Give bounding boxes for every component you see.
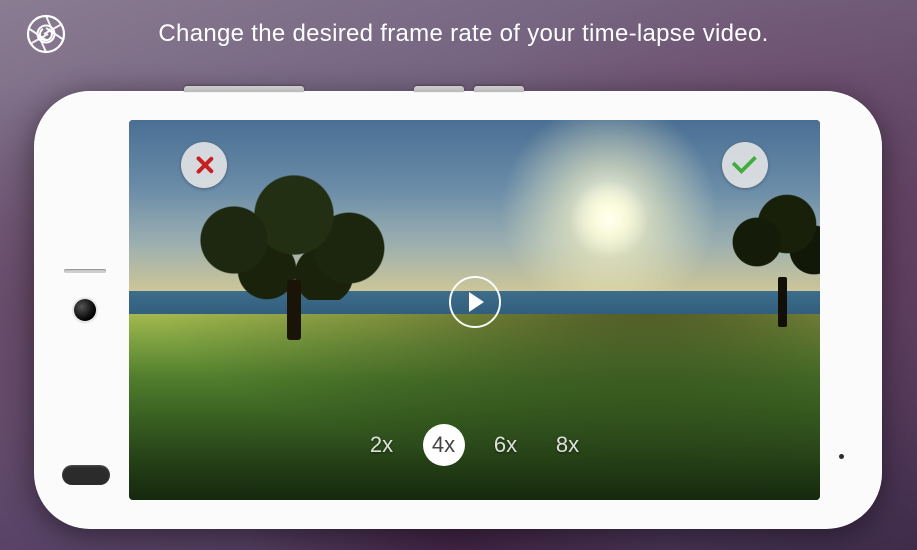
microphone-dot bbox=[839, 454, 844, 459]
speed-option-4x[interactable]: 4x bbox=[423, 424, 465, 466]
speed-option-6x[interactable]: 6x bbox=[485, 424, 527, 466]
check-icon bbox=[732, 149, 757, 174]
confirm-button[interactable] bbox=[722, 142, 768, 188]
header: Change the desired frame rate of your ti… bbox=[0, 10, 917, 58]
device-screen: 2x 4x 6x 8x bbox=[129, 120, 820, 500]
speed-selector: 2x 4x 6x 8x bbox=[129, 424, 820, 466]
speed-option-2x[interactable]: 2x bbox=[361, 424, 403, 466]
hardware-button bbox=[184, 86, 304, 92]
front-camera-icon bbox=[74, 299, 96, 321]
hardware-button bbox=[414, 86, 464, 92]
speaker-grille bbox=[64, 269, 106, 273]
app-aperture-icon bbox=[22, 10, 70, 58]
play-icon bbox=[469, 292, 484, 312]
home-button bbox=[62, 465, 110, 485]
cancel-button[interactable] bbox=[181, 142, 227, 188]
hardware-button bbox=[474, 86, 524, 92]
instruction-text: Change the desired frame rate of your ti… bbox=[70, 20, 917, 48]
play-button[interactable] bbox=[449, 276, 501, 328]
speed-option-8x[interactable]: 8x bbox=[547, 424, 589, 466]
phone-device-frame: 2x 4x 6x 8x bbox=[34, 91, 882, 529]
close-icon bbox=[193, 154, 215, 176]
